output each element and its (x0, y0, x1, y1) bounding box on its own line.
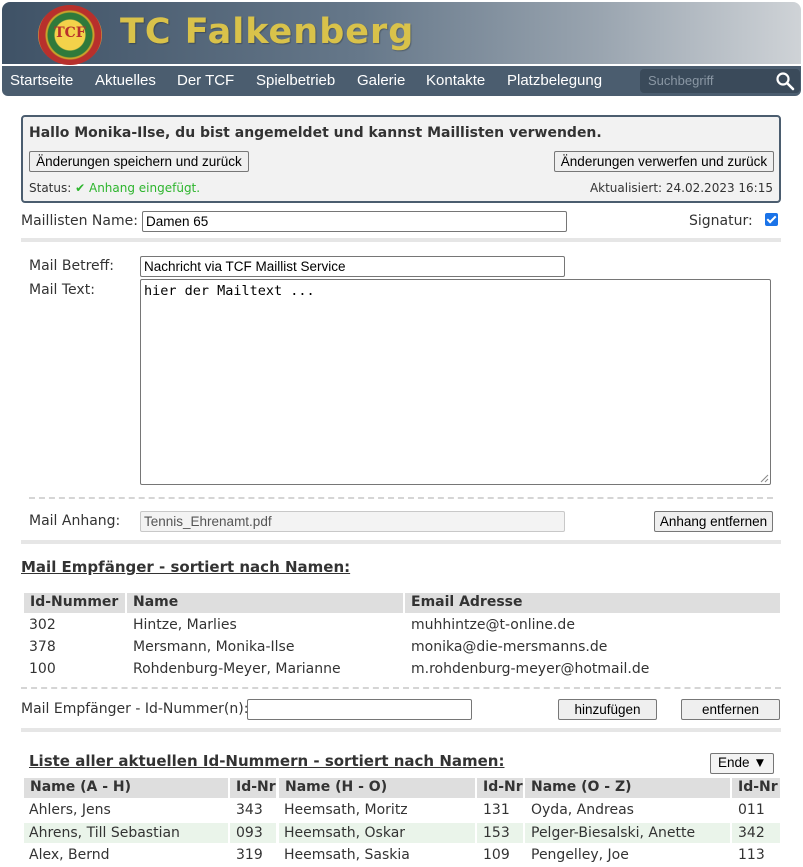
site-title[interactable]: TC Falkenberg (120, 12, 414, 52)
idlist-name: Pengelley, Joe (531, 847, 629, 863)
signature-checkbox[interactable] (765, 213, 778, 226)
discard-and-back-button[interactable]: Änderungen verwerfen und zurück (554, 151, 774, 172)
text-label: Mail Text: (29, 282, 95, 298)
subject-field[interactable]: Nachricht via TCF Maillist Service (140, 256, 565, 277)
signature-label: Signatur: (689, 213, 753, 229)
remove-attachment-button[interactable]: Anhang entfernen (654, 511, 773, 532)
idlist-name: Oyda, Andreas (531, 802, 634, 818)
attachment-field: Tennis_Ehrenamt.pdf (140, 511, 565, 532)
idlist-header-id-2: Id-Nr (477, 778, 523, 798)
nav-item-startseite[interactable]: Startseite (10, 72, 73, 89)
nav-item-der-tcf[interactable]: Der TCF (177, 72, 234, 89)
recipient-id: 378 (29, 639, 56, 655)
logo-text: TCF (54, 25, 86, 41)
dashed-separator (29, 497, 773, 499)
idlist-id: 011 (738, 802, 765, 818)
updated-timestamp: Aktualisiert: 24.02.2023 16:15 (589, 181, 773, 195)
search-input[interactable]: Suchbegriff (648, 73, 714, 88)
idlist-name: Ahlers, Jens (29, 802, 111, 818)
idlist-id: 113 (738, 847, 765, 863)
recipients-header-name: Name (127, 593, 403, 613)
search-box[interactable]: Suchbegriff (640, 69, 800, 93)
recipients-title: Mail Empfänger - sortiert nach Namen: (21, 558, 351, 576)
search-icon[interactable] (775, 71, 795, 91)
recipient-name: Mersmann, Monika-Ilse (133, 639, 295, 655)
mail-text-area[interactable]: hier der Mailtext ... (140, 279, 771, 485)
status-line: Status: ✔ Anhang eingefügt. (29, 181, 200, 195)
idlist-id: 343 (236, 802, 263, 818)
idlist-id: 319 (236, 847, 263, 863)
idlist-id: 093 (236, 825, 263, 841)
recipient-name: Hintze, Marlies (133, 617, 237, 633)
main-nav: Startseite Aktuelles Der TCF Spielbetrie… (2, 66, 801, 96)
recipient-email: monika@die-mersmanns.de (411, 639, 608, 655)
remove-recipient-button[interactable]: entfernen (681, 699, 780, 720)
idlist-name: Heemsath, Saskia (284, 847, 410, 863)
idlist-name: Alex, Bernd (29, 847, 110, 863)
site-header: TCF TC Falkenberg (2, 2, 801, 65)
recipient-id-input-label: Mail Empfänger - Id-Nummer(n): (21, 701, 249, 717)
nav-item-galerie[interactable]: Galerie (357, 72, 405, 89)
recipient-name: Rohdenburg-Meyer, Marianne (133, 661, 341, 677)
idlist-name: Ahrens, Till Sebastian (29, 825, 180, 841)
separator (21, 728, 781, 732)
club-logo[interactable]: TCF (38, 5, 102, 65)
idlist-header-name-o-z: Name (O - Z) (525, 778, 730, 798)
idlist-header-id-3: Id-Nr (732, 778, 780, 798)
recipients-header-email: Email Adresse (405, 593, 780, 613)
nav-item-spielbetrieb[interactable]: Spielbetrieb (256, 72, 335, 89)
idlist-id: 109 (483, 847, 510, 863)
recipient-email: m.rohdenburg-meyer@hotmail.de (411, 661, 650, 677)
attachment-label: Mail Anhang: (29, 513, 121, 529)
recipients-header-id: Id-Nummer (24, 593, 125, 613)
list-name-field[interactable]: Damen 65 (142, 211, 567, 232)
jump-to-dropdown[interactable]: Ende ▼ (710, 753, 774, 774)
dashed-separator (21, 687, 781, 689)
subject-label: Mail Betreff: (29, 258, 115, 274)
recipient-id-field[interactable] (247, 699, 472, 720)
idlist-header-name-a-h: Name (A - H) (24, 778, 228, 798)
save-and-back-button[interactable]: Änderungen speichern und zurück (29, 151, 249, 172)
idlist-id: 342 (738, 825, 765, 841)
recipient-email: muhhintze@t-online.de (411, 617, 575, 633)
idlist-name: Pelger-Biesalski, Anette (531, 825, 696, 841)
list-name-label: Maillisten Name: (21, 213, 138, 229)
mail-text-value: hier der Mailtext ... (144, 283, 315, 299)
idlist-name: Heemsath, Oskar (284, 825, 406, 841)
greeting-text: Hallo Monika-Ilse, du bist angemeldet un… (29, 125, 602, 141)
separator (21, 238, 781, 242)
session-panel: Hallo Monika-Ilse, du bist angemeldet un… (21, 115, 781, 203)
idlist-id: 153 (483, 825, 510, 841)
nav-item-aktuelles[interactable]: Aktuelles (95, 72, 156, 89)
nav-item-kontakte[interactable]: Kontakte (426, 72, 485, 89)
status-value: ✔ Anhang eingefügt. (75, 181, 201, 195)
status-label: Status: (29, 181, 72, 195)
idlist-id: 131 (483, 802, 510, 818)
idlist-header-name-h-o: Name (H - O) (279, 778, 475, 798)
recipient-id: 100 (29, 661, 56, 677)
idlist-header-id-1: Id-Nr (230, 778, 276, 798)
recipient-id: 302 (29, 617, 56, 633)
idlist-name: Heemsath, Moritz (284, 802, 408, 818)
resize-handle-icon[interactable] (760, 474, 769, 483)
nav-item-platzbelegung[interactable]: Platzbelegung (507, 72, 602, 89)
separator (21, 540, 781, 544)
idlist-title: Liste aller aktuellen Id-Nummern - sorti… (29, 752, 505, 770)
add-recipient-button[interactable]: hinzufügen (558, 699, 657, 720)
